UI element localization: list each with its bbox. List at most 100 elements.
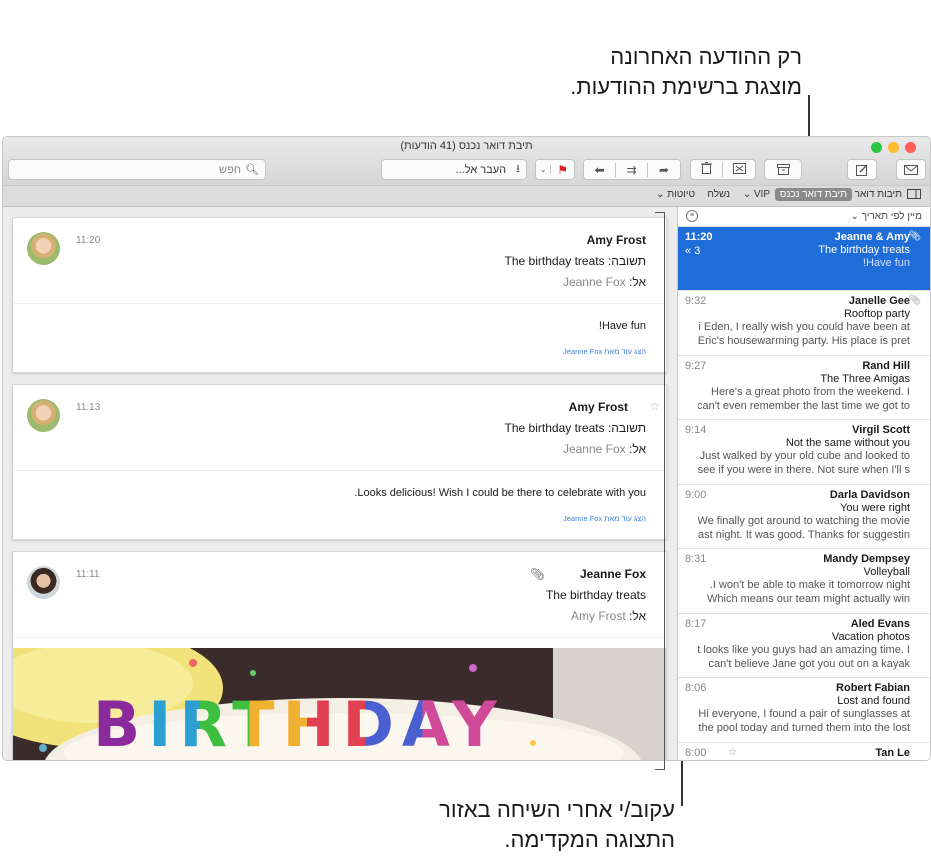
message-preview: It looks like you guys had an amazing ti… [698,643,910,656]
message-time: 9:32 [685,295,707,307]
message-preview: the pool today and turned them into the … [698,722,910,734]
sidebar-toggle-icon[interactable] [907,189,921,202]
message-to: אל: Jeanne Fox [33,442,646,456]
archive-button[interactable] [764,159,802,180]
message-preview: Have fun! [862,257,910,269]
to-name: Jeanne Fox [562,275,626,289]
flag-button[interactable]: ⌄ ⚑ [535,159,575,180]
fav-vip[interactable]: VIP ⌄ [743,189,770,200]
message-row[interactable]: Robert Fabian 8:06 Lost and found Hi everyo… [678,678,930,743]
fav-sent[interactable]: נשלח [707,189,730,200]
fav-inbox[interactable]: תיבת דואר נכנס [774,188,852,201]
conversation-message[interactable]: Amy Frost תשובה: The birthday treats אל:… [12,217,667,373]
trash-icon[interactable] [691,162,724,177]
conversation-message[interactable]: Jeanne Fox 📎︎ The birthday treats אל: Am… [12,551,667,760]
message-time: 8:00 [685,746,707,759]
conversation-message[interactable]: Amy Frost ☆ תשובה: The birthday treats א… [12,384,667,540]
message-preview: Just walked by your old cube and looked … [699,450,910,462]
to-label: אל: [629,442,646,456]
move-to-label: העבר אל... [455,163,507,176]
conversation-bracket [655,212,665,770]
message-body-text: Looks delicious! Wish I could be there t… [354,487,646,499]
search-placeholder: חפש [219,163,242,176]
message-sender: Rand Hill [862,359,910,372]
close-button[interactable] [905,142,916,153]
thread-count: « 3 [685,245,701,257]
forward-icon[interactable]: ➦︎ [648,163,680,177]
message-list: מיין לפי תאריך ⌄ ≡ Jeanne & Amy 11:20 The … [677,207,930,760]
zoom-button[interactable] [871,142,882,153]
callout-top-line2: מוצגת ברשימת ההודעות. [570,74,802,99]
message-preview: Hi Eden, I really wish you could have be… [698,321,910,333]
cake-candle-letters: BIRTHDAY [93,688,505,760]
preview-pane: Amy Frost תשובה: The birthday treats אל:… [3,207,677,760]
fav-drafts[interactable]: טיוטות ⌄ [656,189,695,200]
search-field[interactable]: 🔍︎ חפש [8,159,266,180]
thread-count-value: 3 [694,245,701,257]
show-more-link[interactable]: הצג עוד מאת Jeanne Fox [33,347,646,356]
message-time: 9:27 [685,359,707,372]
message-preview: see if you were in there. Not sure when … [698,464,910,476]
compose-button[interactable] [847,159,877,180]
toolbar: תיבת דואר נכנס (41 הודעות) 🔍︎ חפש ⬅︎ ⇉ ➦… [3,137,930,185]
message-row[interactable]: Rand Hill 9:27 The Three Amigas Here's a gr… [678,356,930,420]
message-row[interactable]: Mandy Dempsey 8:31 Volleyball I won't be ab… [678,549,930,614]
message-from: Jeanne Fox [579,567,646,581]
message-row[interactable]: Jeanne & Amy 11:20 The birthday treats Have… [678,227,930,291]
message-preview: can't believe Jane got you out on a kaya… [708,657,910,670]
callout-top: רק ההודעה האחרונה מוצגת ברשימת ההודעות. [382,42,802,102]
fav-vip-label: VIP [753,189,770,200]
message-row[interactable]: Janelle Gee 9:32 Rooftop party Hi Eden, I r… [678,291,930,356]
reply-icon[interactable]: ⬅︎ [584,162,617,177]
message-preview: Here's a great photo from the weekend. I [711,385,910,398]
message-subject: תשובה: The birthday treats [504,254,646,268]
sort-menu[interactable]: מיין לפי תאריך ⌄ [851,211,922,222]
message-from: Amy Frost [586,233,646,247]
compose-icon [856,164,868,176]
message-row[interactable]: Virgil Scott 9:14 Not the same without you… [678,420,930,485]
message-time: 11:20 [76,235,101,246]
reply-group: ⬅︎ ⇉ ➦︎ [583,159,681,180]
message-body: Have fun! הצג עוד מאת Jeanne Fox [13,304,666,356]
delete-junk-group [690,159,756,180]
minimize-button[interactable] [888,142,899,153]
callout-bottom-line2: התצוגה המקדימה. [504,827,675,852]
message-preview: Which means our team might actually win [707,593,910,605]
message-subject: The Three Amigas [820,372,910,385]
attachment-icon: 📎︎ [530,567,546,581]
attachment-icon: 📎︎ [908,295,921,306]
message-to: אל: Amy Frost [33,609,646,623]
junk-icon[interactable] [723,162,755,177]
chevron-down-icon: ⌄ [536,165,552,174]
search-icon: 🔍︎ [245,164,259,176]
show-more-link[interactable]: הצג עוד מאת Jeanne Fox [33,514,646,523]
move-to-button[interactable]: ⭳ העבר אל... [381,159,527,180]
message-sender: Aled Evans [850,617,910,630]
sort-label: מיין לפי תאריך [861,211,922,222]
get-mail-button[interactable] [896,159,926,180]
window-title: תיבת דואר נכנס (41 הודעות) [400,140,533,152]
message-preview: Hi everyone, I found a pair of sunglasse… [698,708,910,720]
list-header: מיין לפי תאריך ⌄ ≡ [678,207,930,227]
message-sender: Janelle Gee [848,295,910,307]
avatar [27,566,60,599]
message-row[interactable]: Aled Evans 8:17 Vacation photos It looks li… [678,614,930,678]
mail-window: תיבת דואר נכנס (41 הודעות) 🔍︎ חפש ⬅︎ ⇉ ➦… [2,136,931,761]
favorites-bar: תיבות דואר תיבת דואר נכנס VIP ⌄ נשלח טיו… [3,185,930,207]
message-preview: can't even remember the last time we got… [698,399,910,412]
reply-all-icon[interactable]: ⇉ [616,162,648,177]
star-icon[interactable]: ☆ [728,747,737,758]
avatar [27,232,60,265]
message-subject: Volleyball [863,566,910,578]
message-time: 11:20 [685,231,713,243]
message-sender: Jeanne & Amy [834,231,910,243]
message-row[interactable]: Darla Davidson 9:00 You were right We final… [678,485,930,549]
fav-mailboxes[interactable]: תיבות דואר [855,189,902,200]
message-time: 8:06 [685,682,707,694]
message-sender: Virgil Scott [852,424,910,436]
to-label: אל: [629,275,646,289]
message-row[interactable]: Tan Le 8:00 ☆ [678,743,930,761]
filter-icon[interactable]: ≡ [686,210,698,222]
attachment-icon: 📎︎ [908,231,921,242]
message-subject: The birthday treats [545,588,646,602]
